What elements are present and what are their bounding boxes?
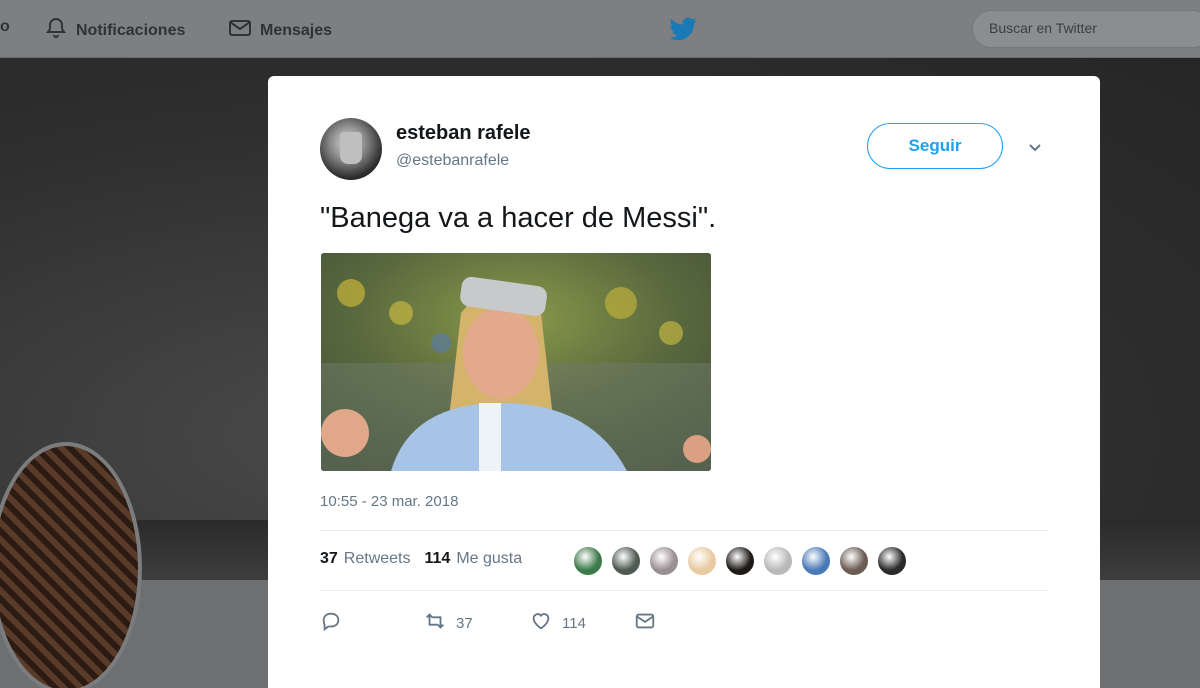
divider [320, 590, 1048, 591]
liker-avatar[interactable] [724, 545, 756, 577]
heart-icon [530, 610, 552, 636]
search-input[interactable]: Buscar en Twitter [972, 10, 1200, 48]
likes-label: Me gusta [456, 550, 523, 567]
nav-notifications[interactable]: Notificaciones [44, 16, 185, 45]
like-button[interactable]: 114 [530, 610, 586, 636]
nav-home-fragment[interactable]: o [0, 18, 10, 36]
nav-messages-label: Mensajes [260, 21, 333, 39]
top-nav-bar: o Notificaciones Mensajes Buscar en Twit… [0, 0, 1200, 58]
author-handle[interactable]: @estebanrafele [396, 152, 509, 170]
tweet-modal: esteban rafele @estebanrafele Seguir "Ba… [268, 76, 1100, 688]
reply-button[interactable] [320, 610, 342, 636]
retweet-button[interactable]: 37 [424, 610, 473, 636]
bell-icon [44, 16, 68, 45]
follow-button-label: Seguir [908, 136, 962, 155]
nav-notifications-label: Notificaciones [76, 21, 186, 39]
engagement-stats: 37 Retweets 114 Me gusta [320, 550, 522, 568]
liker-avatar[interactable] [800, 545, 832, 577]
divider [320, 530, 1048, 531]
liker-avatar[interactable] [762, 545, 794, 577]
chevron-down-icon[interactable] [1026, 138, 1044, 156]
follow-button[interactable]: Seguir [867, 123, 1003, 169]
nav-messages[interactable]: Mensajes [228, 16, 332, 45]
liker-avatar[interactable] [838, 545, 870, 577]
tweet-text: "Banega va a hacer de Messi". [320, 202, 717, 234]
likes-stat[interactable]: 114 Me gusta [425, 550, 523, 568]
tweet-actions: 37 114 [320, 610, 720, 634]
tweet-timestamp[interactable]: 10:55 - 23 mar. 2018 [320, 493, 458, 510]
liker-avatar[interactable] [876, 545, 908, 577]
retweets-stat[interactable]: 37 Retweets [320, 550, 411, 568]
liker-avatar[interactable] [610, 545, 642, 577]
liker-avatar[interactable] [572, 545, 604, 577]
author-name[interactable]: esteban rafele [396, 122, 531, 145]
mail-icon [228, 16, 252, 45]
like-count: 114 [562, 614, 586, 632]
liker-avatar[interactable] [686, 545, 718, 577]
author-avatar[interactable] [320, 118, 382, 180]
likes-count: 114 [424, 550, 451, 567]
retweets-count: 37 [320, 550, 338, 567]
direct-message-icon [634, 610, 656, 636]
twitter-bird-icon[interactable] [668, 14, 698, 44]
tweet-image[interactable] [321, 253, 711, 471]
retweets-label: Retweets [343, 550, 411, 567]
liker-avatar[interactable] [648, 545, 680, 577]
direct-message-button[interactable] [634, 610, 656, 636]
liker-avatars [572, 545, 908, 577]
retweet-count: 37 [456, 614, 473, 632]
search-placeholder: Buscar en Twitter [989, 20, 1097, 36]
retweet-icon [424, 610, 446, 636]
reply-icon [320, 610, 342, 636]
